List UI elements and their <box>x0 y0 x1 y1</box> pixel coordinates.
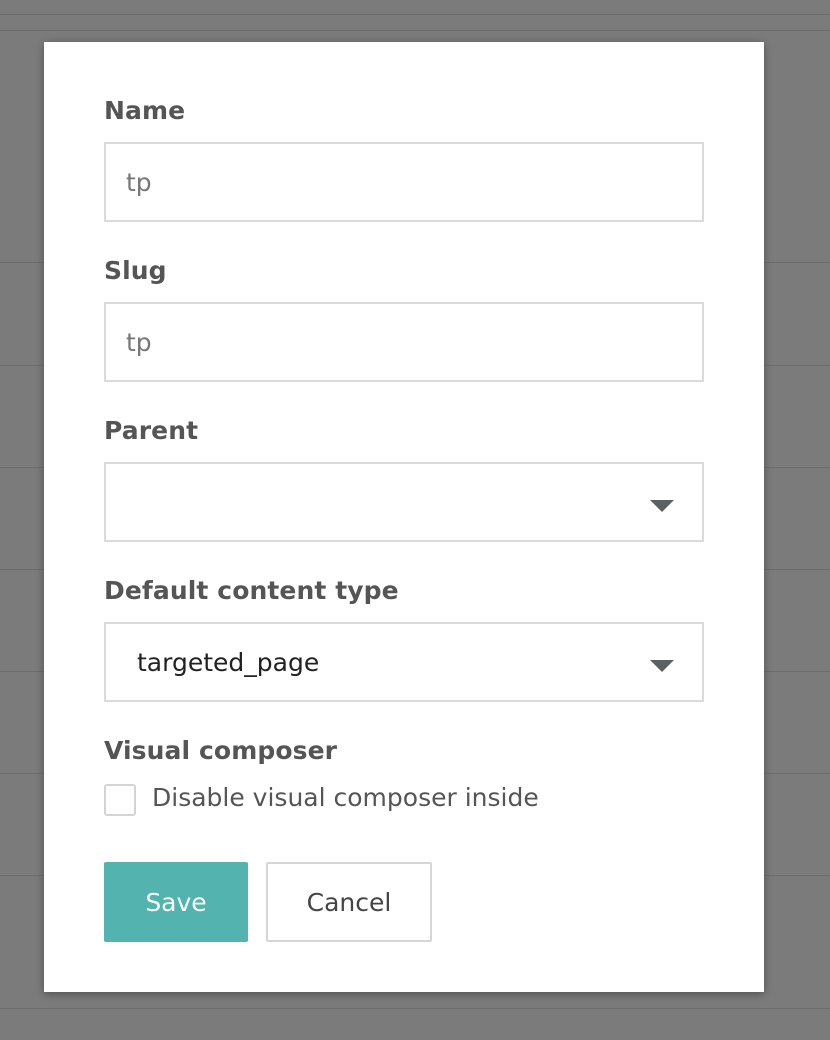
save-button[interactable]: Save <box>104 862 248 942</box>
parent-select[interactable] <box>104 462 704 542</box>
disable-visual-composer-label[interactable]: Disable visual composer inside <box>152 783 539 812</box>
slug-input[interactable] <box>106 304 702 380</box>
chevron-down-icon <box>650 500 674 512</box>
background-divider <box>0 30 830 31</box>
chevron-down-icon <box>650 660 674 672</box>
parent-label: Parent <box>104 416 199 445</box>
default-content-type-value: targeted_page <box>137 648 320 677</box>
edit-category-dialog: Name Slug Parent Default content type ta… <box>44 42 764 992</box>
name-field[interactable] <box>104 142 704 222</box>
slug-label: Slug <box>104 256 167 285</box>
disable-visual-composer-checkbox[interactable] <box>104 784 136 816</box>
background-divider <box>0 1008 830 1009</box>
default-content-type-label: Default content type <box>104 576 399 605</box>
slug-field[interactable] <box>104 302 704 382</box>
name-label: Name <box>104 96 186 125</box>
default-content-type-select[interactable]: targeted_page <box>104 622 704 702</box>
visual-composer-label: Visual composer <box>104 736 338 765</box>
cancel-button[interactable]: Cancel <box>266 862 432 942</box>
background-divider <box>0 14 830 15</box>
name-input[interactable] <box>106 144 702 220</box>
